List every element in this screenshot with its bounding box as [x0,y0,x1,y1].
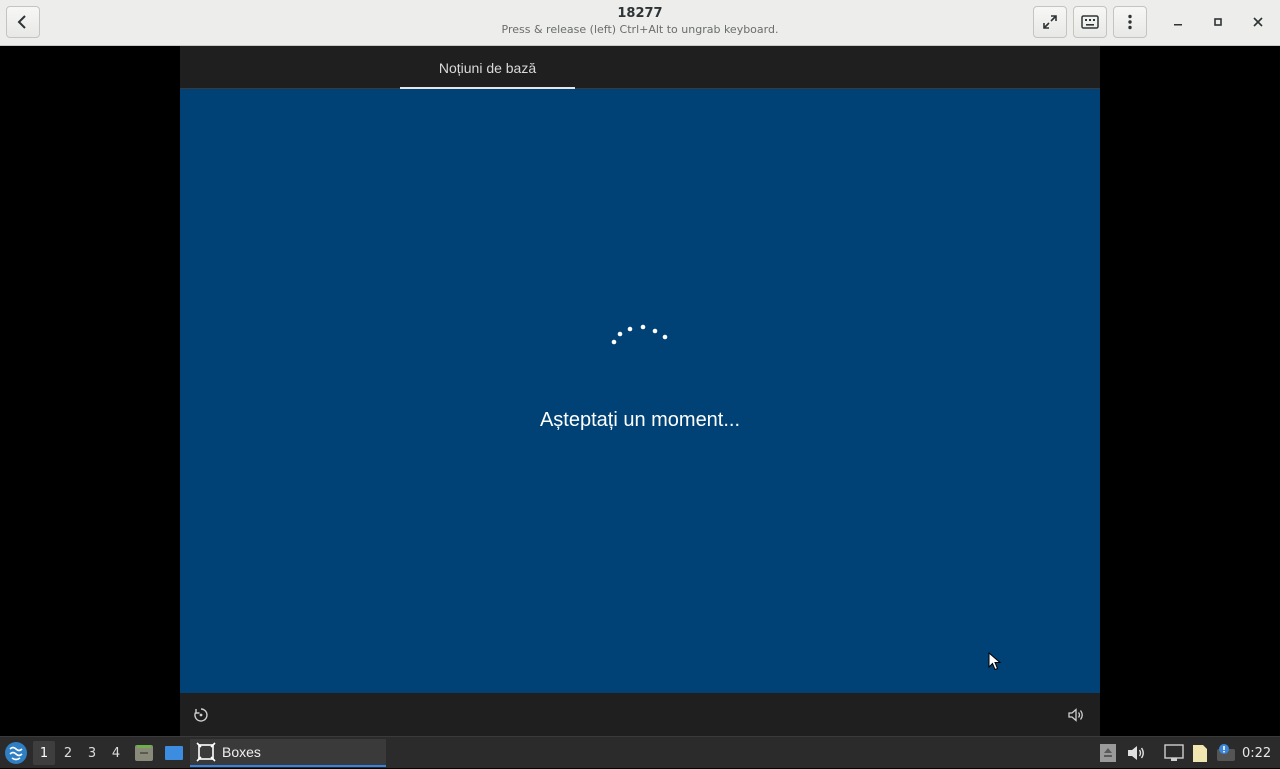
desktop-icon[interactable] [163,742,185,764]
taskbar-item-boxes[interactable]: Boxes [190,739,386,767]
mouse-pointer-icon [988,652,1002,671]
kebab-menu-icon [1128,14,1132,30]
close-button[interactable] [1246,10,1270,34]
clipboard-icon[interactable] [1189,742,1211,764]
menu-button[interactable] [1113,6,1147,38]
speaker-icon[interactable] [1067,706,1085,724]
window-headerbar: 18277 Press & release (left) Ctrl+Alt to… [0,0,1280,46]
notification-icon[interactable] [1215,742,1237,764]
back-arrow-icon [17,15,26,29]
workspace-1[interactable]: 1 [33,741,55,765]
minimize-icon [1174,24,1182,26]
window-title: 18277 [617,6,663,21]
setup-bottom-bar [180,693,1100,736]
fullscreen-icon [1043,15,1057,29]
tab-basics[interactable]: Noțiuni de bază [400,46,575,89]
workspace-3[interactable]: 3 [81,741,103,765]
eject-icon[interactable] [1097,742,1119,764]
boxes-app-icon [196,742,216,762]
taskbar-item-label: Boxes [222,744,261,760]
tab-underline [400,87,575,89]
file-manager-icon[interactable] [133,742,155,764]
taskbar: 1 2 3 4 Boxes 0:22 [0,736,1280,768]
status-text: Așteptați un moment... [539,409,741,431]
network-icon[interactable] [1163,742,1185,764]
setup-tab-bar: Noțiuni de bază [180,46,1100,89]
workspace-2[interactable]: 2 [57,741,79,765]
maximize-button[interactable] [1206,10,1230,34]
volume-icon[interactable] [1125,742,1147,764]
clock[interactable]: 0:22 [1242,737,1271,769]
window-subtitle: Press & release (left) Ctrl+Alt to ungra… [501,23,779,36]
start-menu-icon[interactable] [4,741,28,765]
workspace-4[interactable]: 4 [105,741,127,765]
maximize-icon [1214,18,1222,26]
ease-of-access-icon[interactable] [192,706,210,724]
fullscreen-button[interactable] [1033,6,1067,38]
minimize-button[interactable] [1166,10,1190,34]
close-icon [1253,17,1263,27]
back-button[interactable] [6,6,40,38]
loading-spinner-icon [611,324,668,345]
vm-display[interactable]: Noțiuni de bază Așteptați un moment... [180,46,1100,736]
keyboard-icon [1081,15,1099,29]
keyboard-button[interactable] [1073,6,1107,38]
